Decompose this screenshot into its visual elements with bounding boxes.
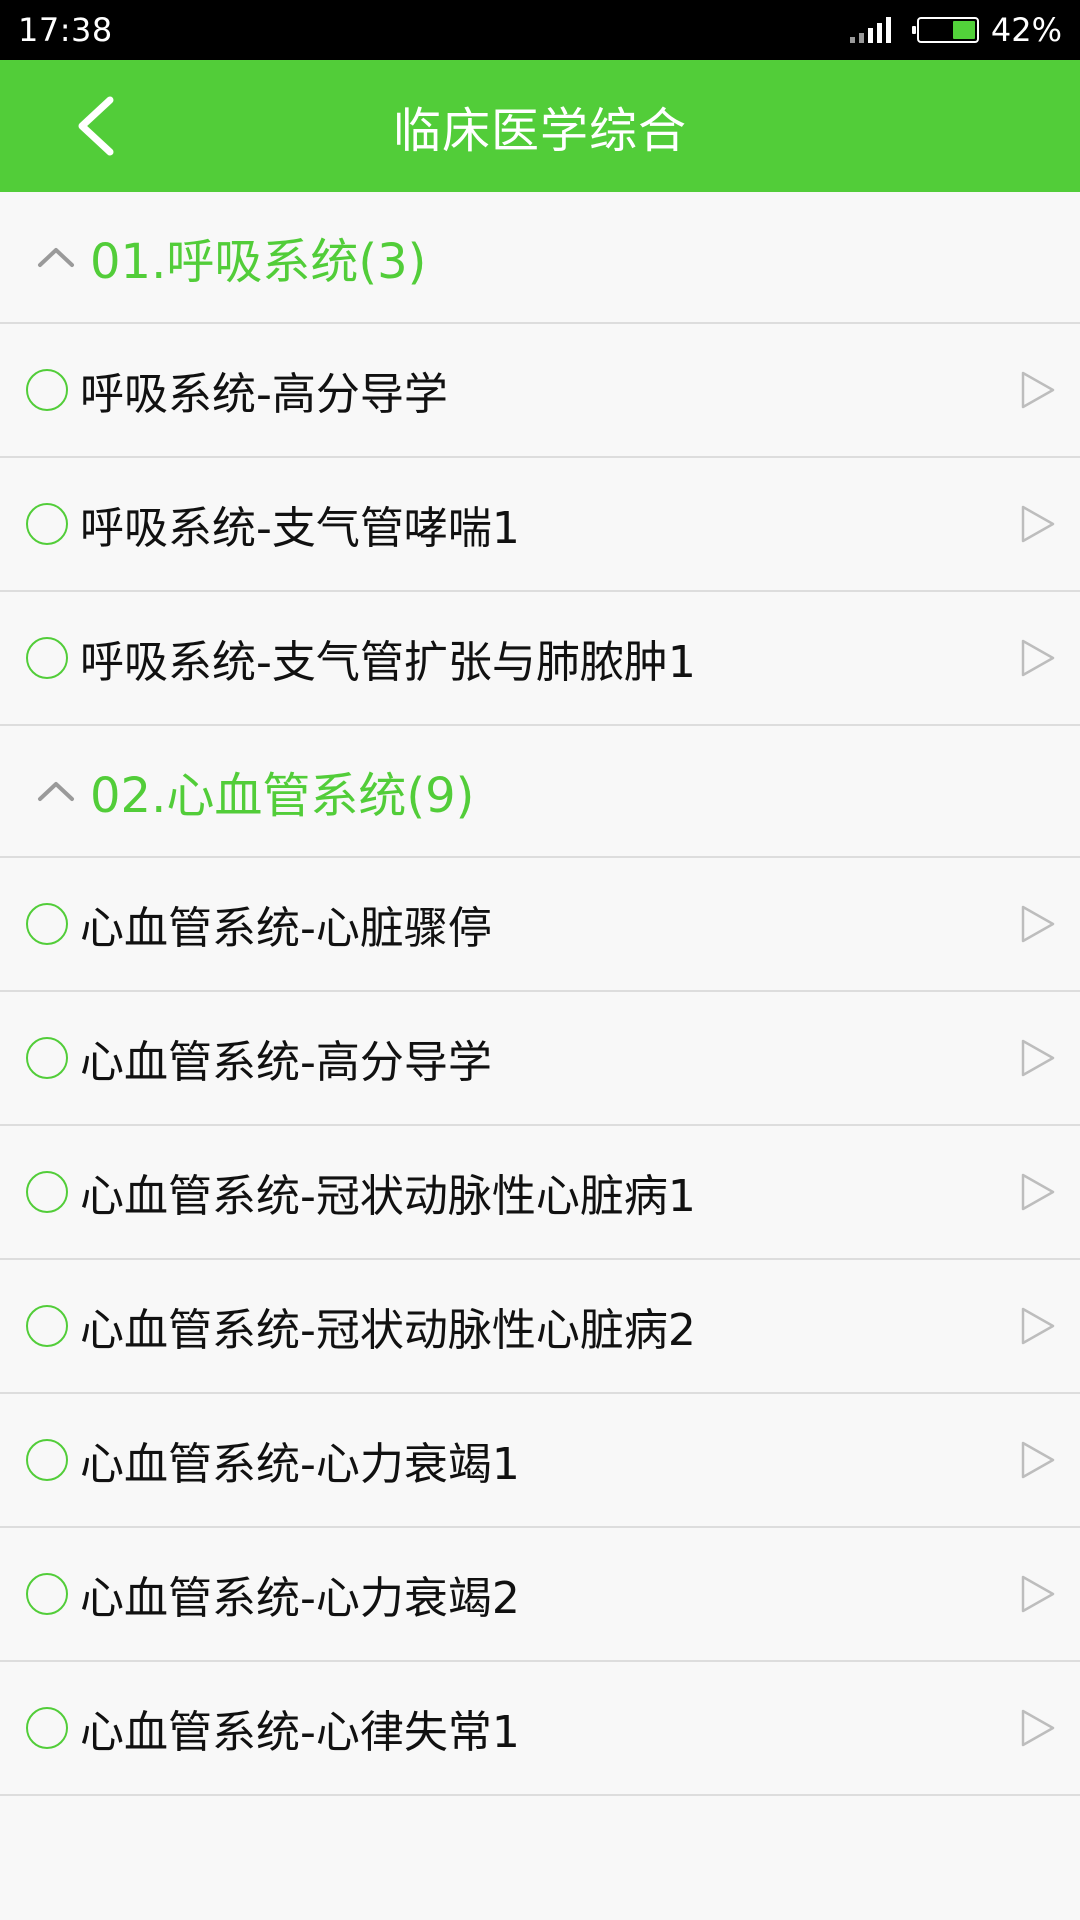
radio-circle-icon[interactable]	[26, 1439, 68, 1481]
radio-circle-icon[interactable]	[26, 1305, 68, 1347]
status-bar: 17:38 42%	[0, 0, 1080, 60]
group-header-respiratory[interactable]: 01.呼吸系统(3)	[0, 192, 1080, 324]
radio-circle-icon[interactable]	[26, 1707, 68, 1749]
list-item[interactable]: 心血管系统-冠状动脉性心脏病1	[0, 1126, 1080, 1260]
play-icon[interactable]	[1020, 1306, 1056, 1346]
status-time: 17:38	[18, 11, 113, 49]
course-list: 01.呼吸系统(3) 呼吸系统-高分导学 呼吸系统-支气管哮喘1 呼吸系统-支气…	[0, 192, 1080, 1796]
list-item-label: 呼吸系统-高分导学	[80, 369, 448, 420]
page-title: 临床医学综合	[392, 103, 687, 159]
status-icons: 42%	[849, 11, 1062, 49]
chevron-left-icon	[78, 96, 114, 156]
play-icon[interactable]	[1020, 1708, 1056, 1748]
app-header: 临床医学综合	[0, 60, 1080, 192]
back-button[interactable]	[60, 90, 132, 162]
radio-circle-icon[interactable]	[26, 637, 68, 679]
group-title: 02.心血管系统(9)	[90, 768, 475, 824]
chevron-up-icon	[36, 779, 76, 803]
list-item[interactable]: 心血管系统-心力衰竭1	[0, 1394, 1080, 1528]
group-title: 01.呼吸系统(3)	[90, 234, 427, 290]
list-item[interactable]: 心血管系统-心脏骤停	[0, 858, 1080, 992]
battery-percent: 42%	[990, 11, 1062, 49]
battery-fill	[952, 21, 975, 39]
list-item-label: 呼吸系统-支气管扩张与肺脓肿1	[80, 637, 696, 688]
list-item-label: 心血管系统-心脏骤停	[80, 903, 492, 954]
list-item-label: 心血管系统-冠状动脉性心脏病2	[80, 1305, 696, 1356]
play-icon[interactable]	[1020, 504, 1056, 544]
chevron-up-icon	[36, 245, 76, 269]
list-item[interactable]: 呼吸系统-支气管哮喘1	[0, 458, 1080, 592]
play-icon[interactable]	[1020, 1038, 1056, 1078]
list-item[interactable]: 心血管系统-高分导学	[0, 992, 1080, 1126]
radio-circle-icon[interactable]	[26, 369, 68, 411]
list-item-label: 呼吸系统-支气管哮喘1	[80, 503, 520, 554]
radio-circle-icon[interactable]	[26, 503, 68, 545]
signal-icon	[849, 17, 891, 43]
play-icon[interactable]	[1020, 1574, 1056, 1614]
play-icon[interactable]	[1020, 904, 1056, 944]
list-item[interactable]: 心血管系统-冠状动脉性心脏病2	[0, 1260, 1080, 1394]
play-icon[interactable]	[1020, 370, 1056, 410]
list-item-label: 心血管系统-心律失常1	[80, 1707, 520, 1758]
play-icon[interactable]	[1020, 1172, 1056, 1212]
list-item-label: 心血管系统-冠状动脉性心脏病1	[80, 1171, 696, 1222]
list-item-label: 心血管系统-心力衰竭2	[80, 1573, 520, 1624]
battery-icon	[911, 17, 979, 43]
list-item[interactable]: 心血管系统-心力衰竭2	[0, 1528, 1080, 1662]
play-icon[interactable]	[1020, 638, 1056, 678]
radio-circle-icon[interactable]	[26, 903, 68, 945]
radio-circle-icon[interactable]	[26, 1573, 68, 1615]
list-item-label: 心血管系统-心力衰竭1	[80, 1439, 520, 1490]
list-item[interactable]: 呼吸系统-高分导学	[0, 324, 1080, 458]
list-item[interactable]: 呼吸系统-支气管扩张与肺脓肿1	[0, 592, 1080, 726]
list-item-label: 心血管系统-高分导学	[80, 1037, 492, 1088]
list-item[interactable]: 心血管系统-心律失常1	[0, 1662, 1080, 1796]
group-header-cardiovascular[interactable]: 02.心血管系统(9)	[0, 726, 1080, 858]
radio-circle-icon[interactable]	[26, 1171, 68, 1213]
play-icon[interactable]	[1020, 1440, 1056, 1480]
radio-circle-icon[interactable]	[26, 1037, 68, 1079]
